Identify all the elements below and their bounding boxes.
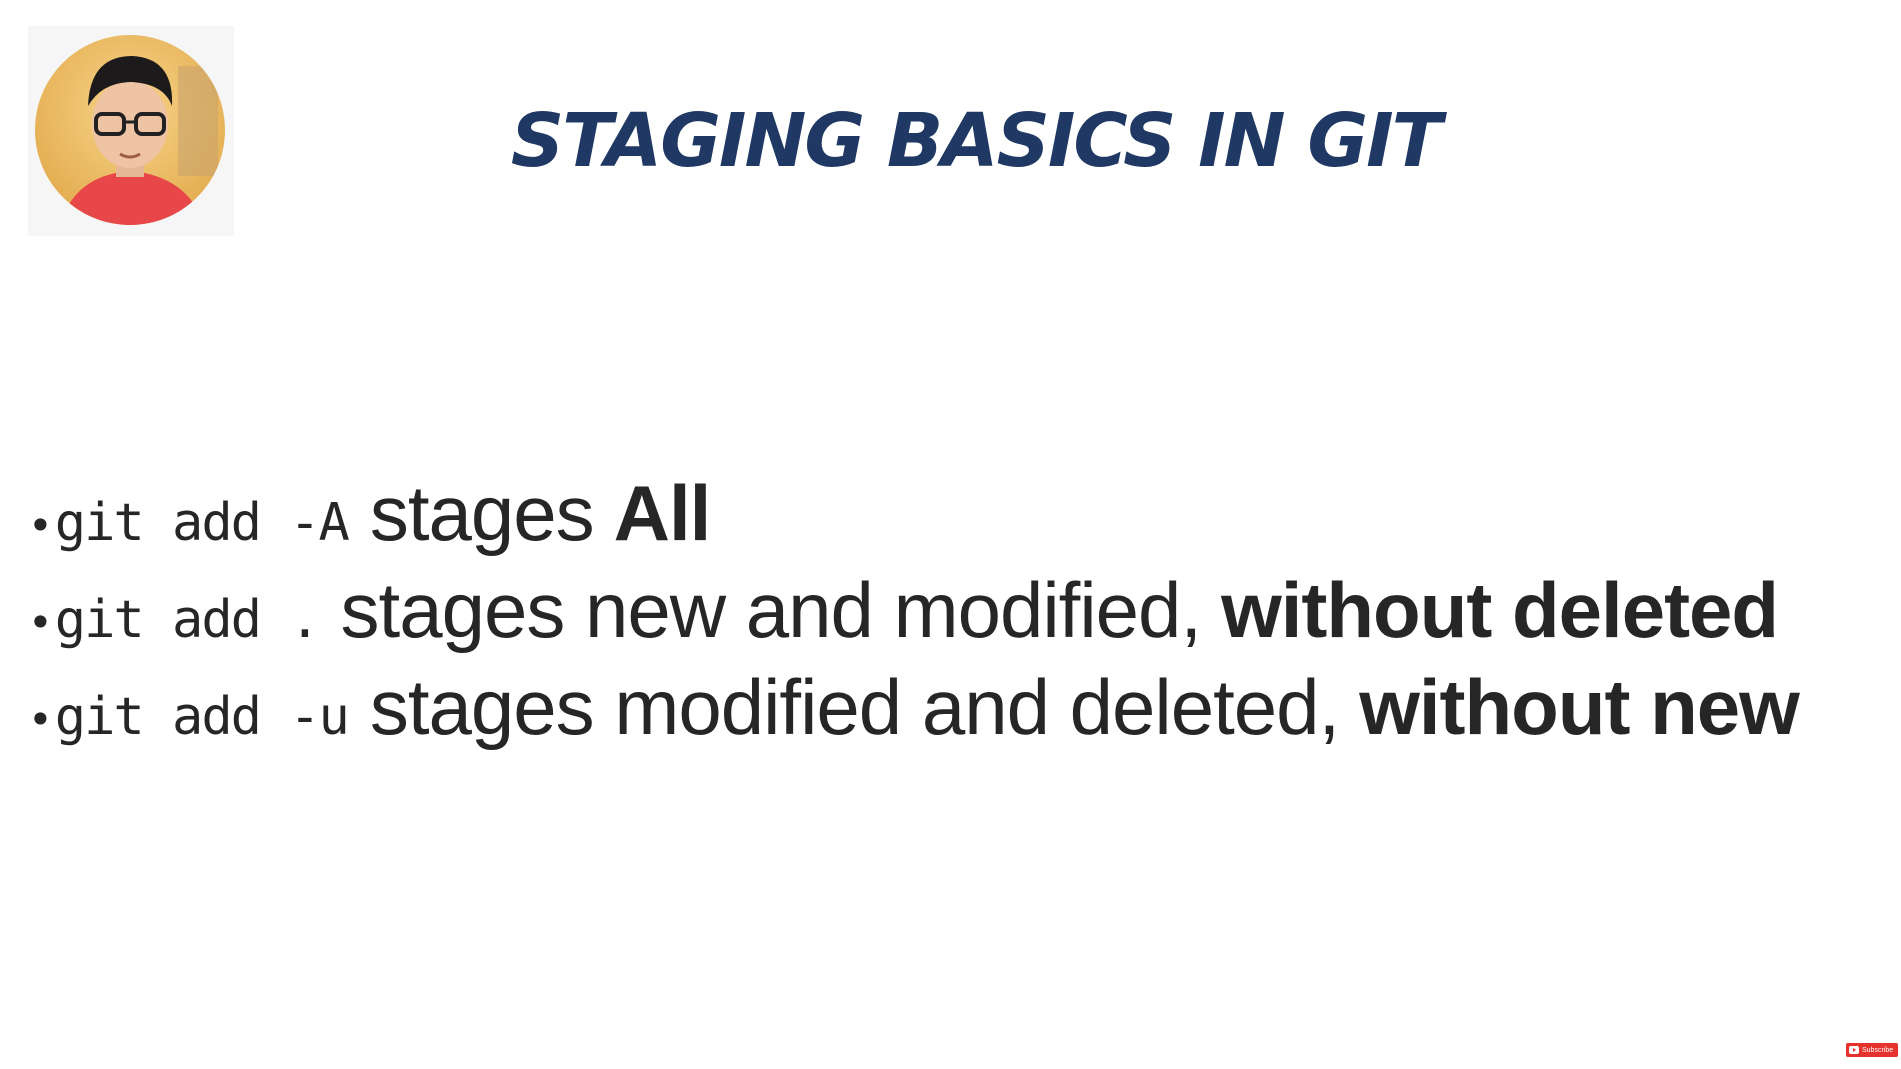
bullet-description: stages new and modified,	[340, 566, 1203, 654]
subscribe-label: Subscribe	[1862, 1046, 1894, 1054]
bullet-emphasis: without deleted	[1221, 566, 1779, 654]
git-command: git add .	[54, 590, 321, 650]
git-command: git add -u	[54, 687, 350, 747]
git-command: git add -A	[54, 493, 350, 553]
bullet-glyph: •	[28, 501, 53, 550]
bullet-emphasis: without new	[1359, 663, 1800, 751]
bullet-emphasis: All	[613, 469, 712, 557]
bullet-glyph: •	[28, 598, 53, 647]
bullet-glyph: •	[28, 695, 53, 744]
bullet-list: • git add -A stages All • git add . stag…	[28, 468, 1898, 759]
youtube-play-icon	[1849, 1046, 1859, 1054]
bullet-description: stages	[369, 469, 595, 557]
bullet-item-add-all: • git add -A stages All	[28, 468, 1898, 565]
subscribe-button[interactable]: Subscribe	[1846, 1043, 1898, 1057]
bullet-item-add-dot: • git add . stages new and modified, wit…	[28, 565, 1898, 662]
bullet-item-add-update: • git add -u stages modified and deleted…	[28, 662, 1898, 759]
slide-title: STAGING BASICS IN GIT	[510, 98, 1442, 184]
bullet-description: stages modified and deleted,	[369, 663, 1340, 751]
